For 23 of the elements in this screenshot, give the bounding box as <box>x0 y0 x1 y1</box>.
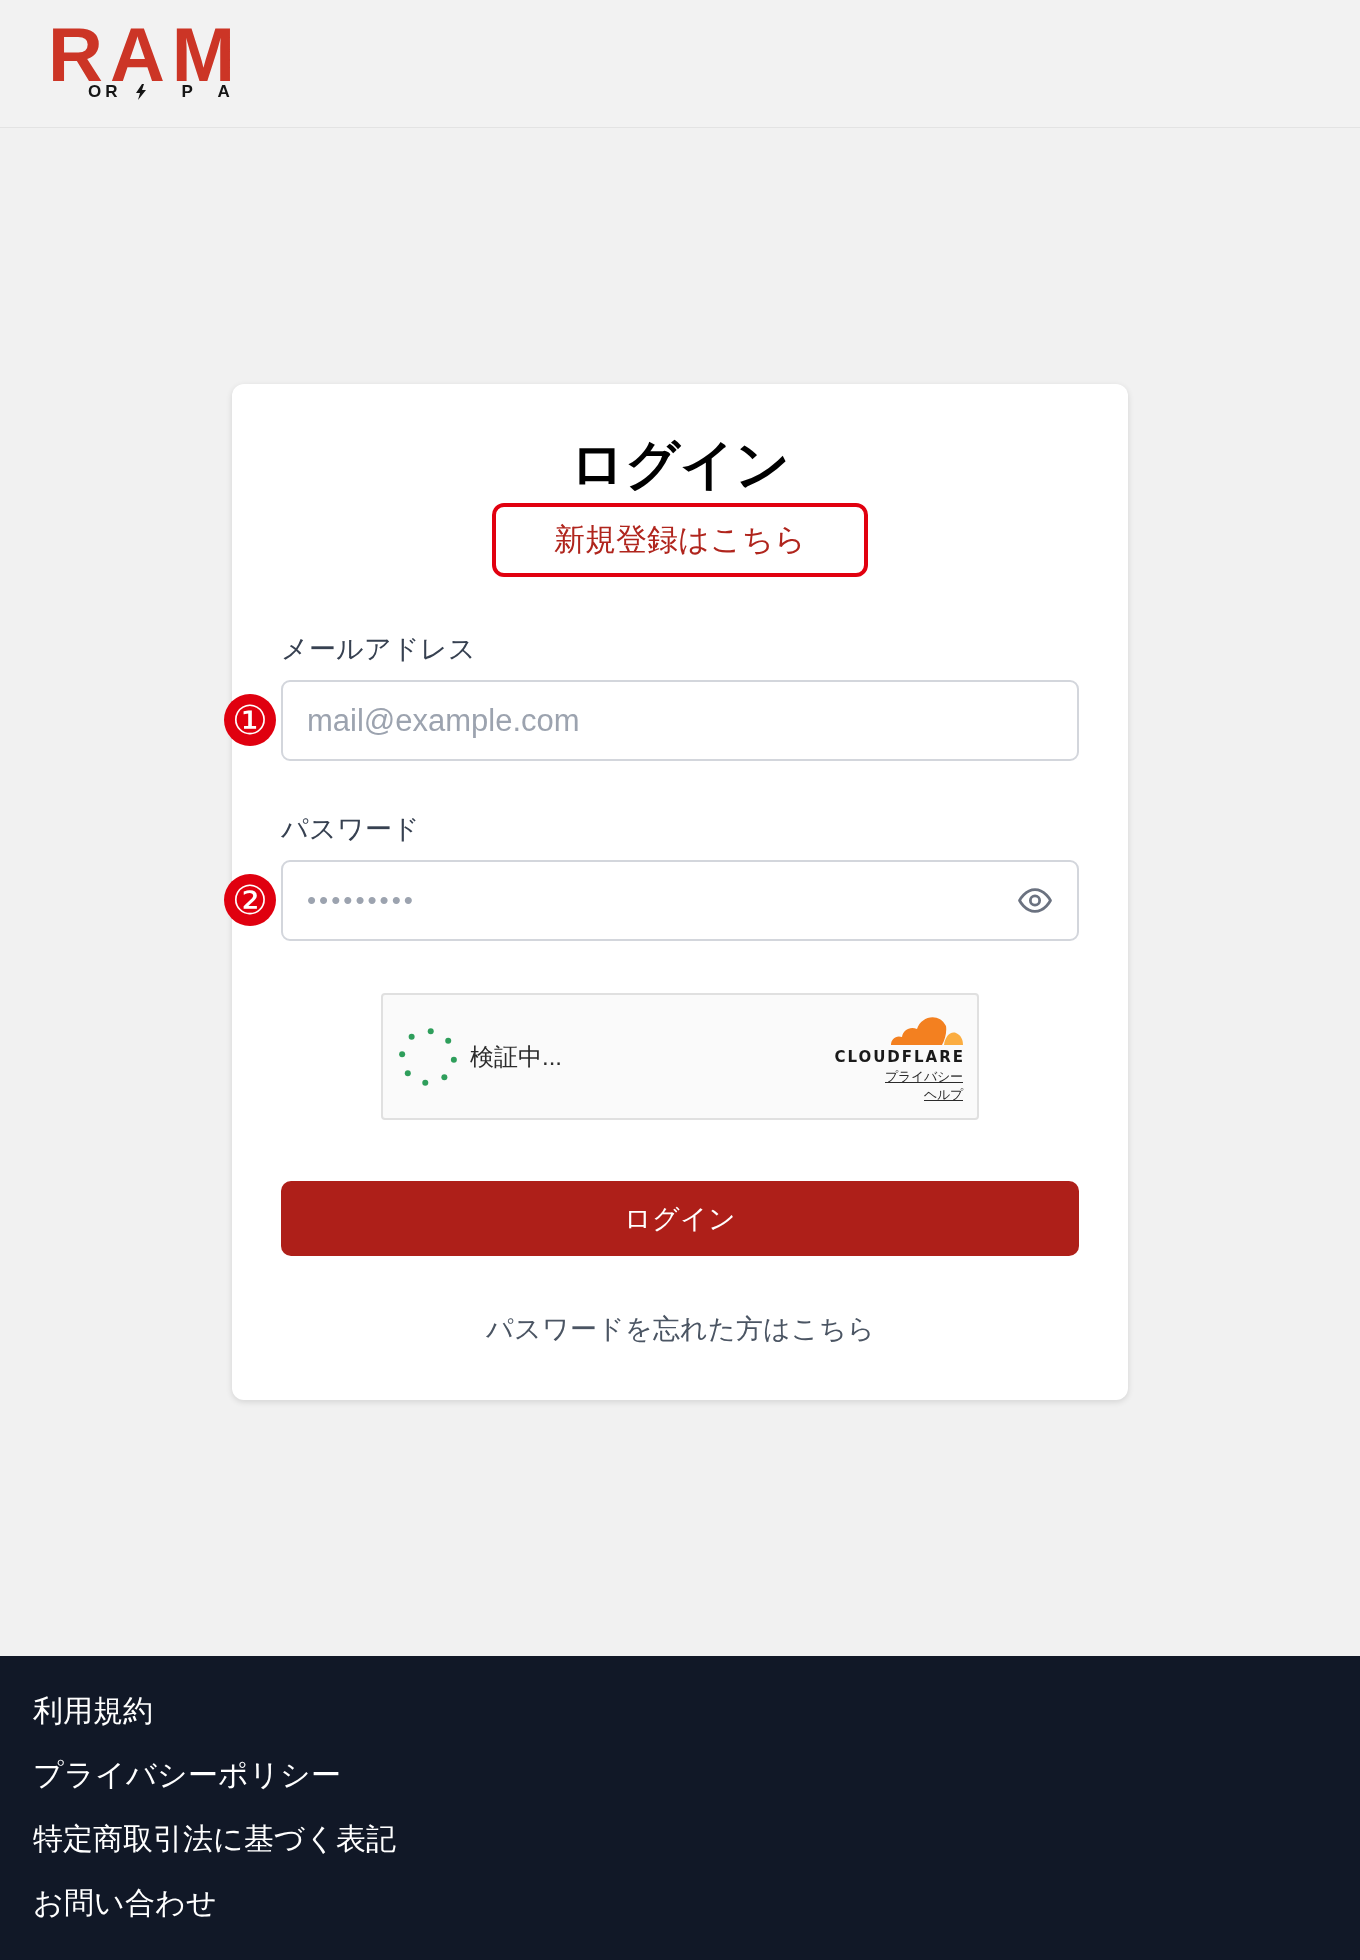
email-field[interactable]: mail@example.com <box>281 680 1079 761</box>
eye-icon[interactable] <box>1018 888 1052 913</box>
page-title: ログイン <box>570 433 790 496</box>
footer-link[interactable]: 特定商取引法に基づく表記 <box>33 1819 396 1859</box>
help-link[interactable]: ヘルプ <box>924 1085 963 1104</box>
footer-link[interactable]: 利用規約 <box>33 1691 153 1731</box>
login-button[interactable]: ログイン <box>281 1181 1079 1256</box>
field-label: パスワード <box>281 813 420 846</box>
captcha-status-text: 検証中... <box>470 1041 562 1072</box>
password-field[interactable]: ••••••••• <box>281 860 1079 941</box>
logo-tagline: OR <box>88 83 122 101</box>
footer-link[interactable]: プライバシーポリシー <box>33 1755 341 1795</box>
loading-spinner-icon <box>398 1026 458 1087</box>
privacy-link[interactable]: プライバシー <box>885 1067 963 1086</box>
logo-tagline: PA <box>181 83 256 101</box>
register-link[interactable]: 新規登録はこちら <box>492 503 868 577</box>
step-number-badge: ② <box>224 874 276 926</box>
brand-name: CLOUDFLARE <box>834 1047 965 1066</box>
field-label: メールアドレス <box>281 633 476 666</box>
lightning-bolt-icon <box>135 84 146 100</box>
step-number-badge: ① <box>224 694 276 746</box>
forgot-password-link[interactable]: パスワードを忘れた方はこちら <box>485 1309 875 1349</box>
footer-link[interactable]: お問い合わせ <box>33 1883 217 1923</box>
